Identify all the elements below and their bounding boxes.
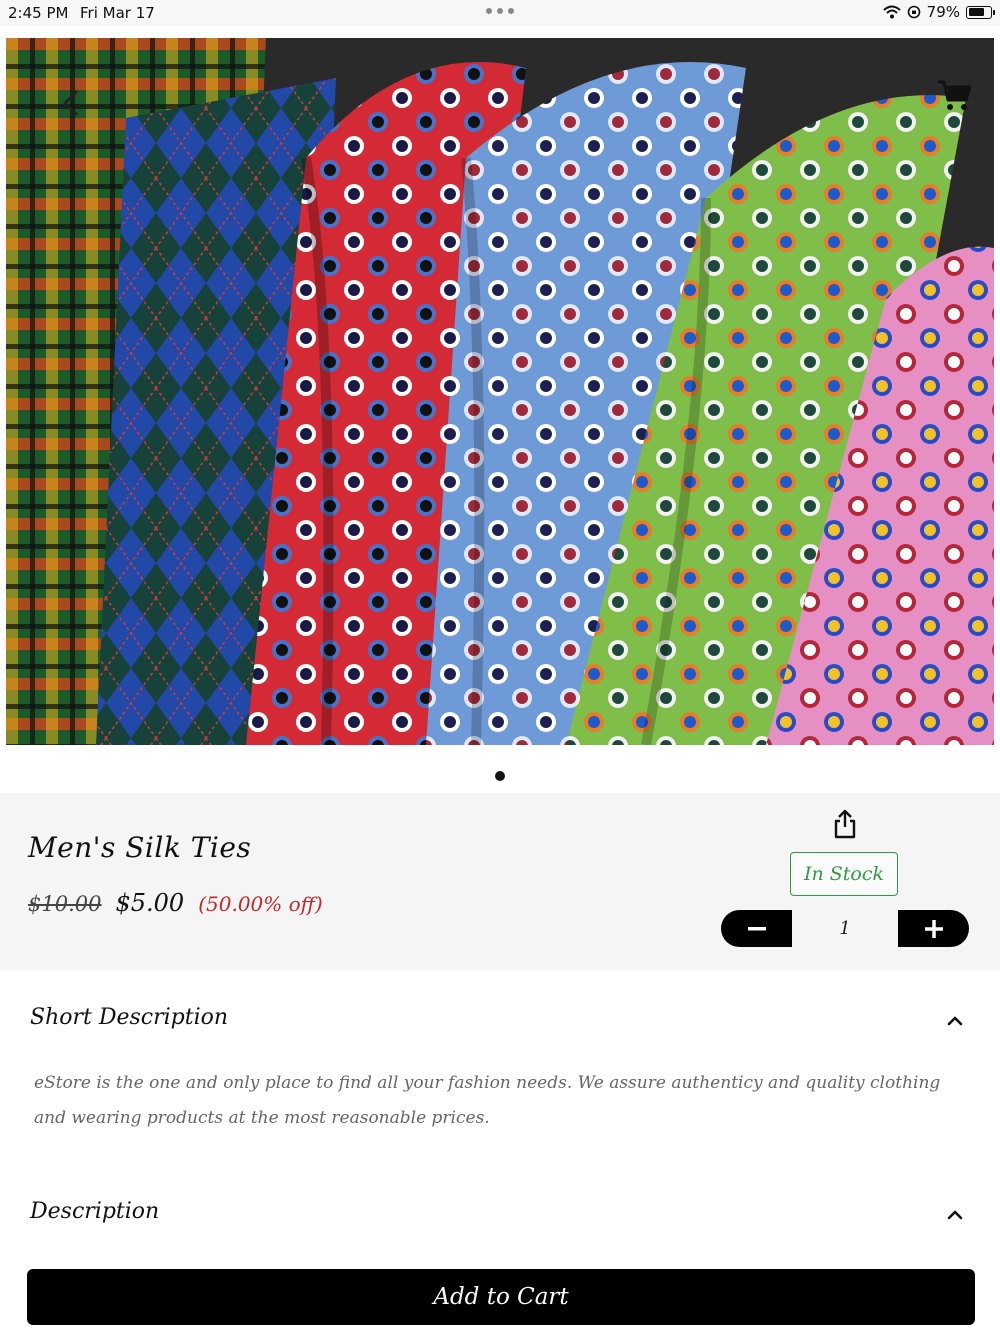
chevron-up-icon[interactable] bbox=[945, 1013, 965, 1027]
short-description-header[interactable]: Short Description bbox=[30, 1005, 228, 1030]
product-title: Men's Silk Ties bbox=[28, 831, 252, 864]
sale-price: $5.00 bbox=[115, 889, 185, 917]
wifi-icon bbox=[882, 5, 901, 19]
multitasking-dots[interactable] bbox=[486, 8, 514, 14]
image-pager-dot[interactable] bbox=[495, 771, 505, 781]
battery-percent: 79% bbox=[926, 3, 960, 21]
stock-status-badge: In Stock bbox=[790, 852, 898, 896]
plus-icon bbox=[924, 919, 943, 938]
discount-label: (50.00% off) bbox=[198, 892, 323, 916]
product-info-panel: Men's Silk Ties $10.00 $5.00 (50.00% off… bbox=[0, 793, 1000, 971]
status-bar: 2:45 PM Fri Mar 17 79% bbox=[0, 0, 1000, 26]
ties-illustration bbox=[6, 38, 994, 745]
shopping-cart-icon[interactable] bbox=[936, 78, 972, 114]
product-image[interactable] bbox=[6, 38, 994, 745]
status-date: Fri Mar 17 bbox=[80, 4, 155, 22]
increase-quantity-button[interactable] bbox=[898, 910, 969, 947]
status-right: 79% bbox=[882, 3, 995, 21]
chevron-up-icon[interactable] bbox=[945, 1207, 965, 1221]
add-to-cart-button[interactable]: Add to Cart bbox=[27, 1269, 975, 1325]
original-price: $10.00 bbox=[28, 892, 102, 916]
chevron-left-icon[interactable] bbox=[56, 88, 86, 118]
share-icon[interactable] bbox=[832, 809, 858, 839]
decrease-quantity-button[interactable] bbox=[721, 910, 792, 947]
price-row: $10.00 $5.00 (50.00% off) bbox=[28, 889, 323, 917]
minus-icon bbox=[747, 926, 766, 930]
quantity-value[interactable]: 1 bbox=[792, 910, 898, 947]
status-time: 2:45 PM bbox=[8, 4, 69, 22]
short-description-text: eStore is the one and only place to find… bbox=[34, 1073, 941, 1128]
battery-icon bbox=[966, 5, 995, 19]
description-header[interactable]: Description bbox=[30, 1199, 159, 1224]
rotation-lock-icon bbox=[907, 5, 920, 19]
